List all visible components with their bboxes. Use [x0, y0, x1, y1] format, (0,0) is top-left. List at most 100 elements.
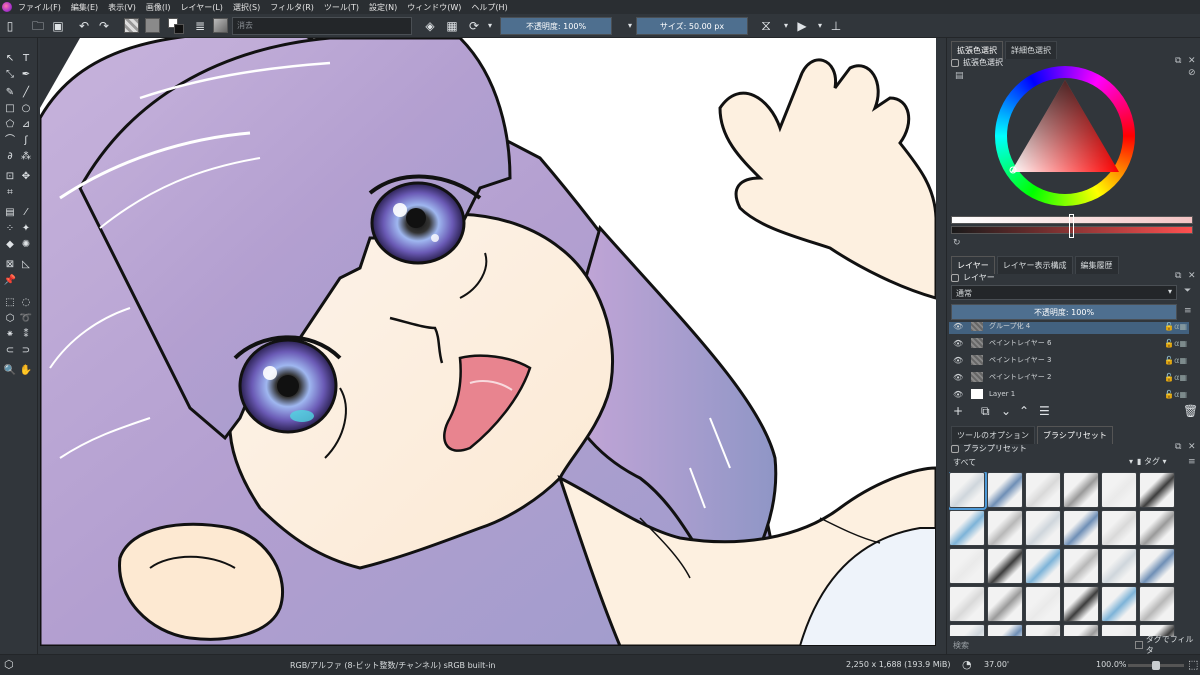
calligraphy-tool-icon[interactable]: ✒	[19, 68, 33, 82]
brush-preset-tile[interactable]	[987, 472, 1023, 508]
text-tool-icon[interactable]: T	[19, 52, 33, 66]
color-triangle[interactable]	[995, 66, 1135, 206]
brush-preset-tile[interactable]	[1025, 510, 1061, 546]
brush-preset-tile[interactable]	[1063, 624, 1099, 636]
brush-preset-button[interactable]	[213, 18, 228, 33]
brush-preset-tile[interactable]	[987, 624, 1023, 636]
save-icon[interactable]: ▣	[50, 18, 66, 34]
dynamic-brush-tool-icon[interactable]: ∂	[3, 150, 17, 164]
menu-image[interactable]: 画像(I)	[146, 2, 171, 13]
rect-select-tool-icon[interactable]: ⬚	[3, 296, 17, 310]
redo-icon[interactable]: ↷	[96, 18, 112, 34]
brush-preset-tile[interactable]	[1025, 624, 1061, 636]
menu-settings[interactable]: 設定(N)	[369, 2, 397, 13]
lock-icon[interactable]	[951, 58, 959, 67]
brush-outline-icon[interactable]: ⬡	[4, 658, 14, 671]
menu-tools[interactable]: ツール(T)	[324, 2, 359, 13]
filter-icon[interactable]: ⏷	[1184, 286, 1191, 296]
eraser-mode-icon[interactable]: ◈	[422, 18, 438, 34]
menu-window[interactable]: ウィンドウ(W)	[407, 2, 461, 13]
layer-lock-icon[interactable]: 🔓α▦	[1164, 390, 1187, 399]
brush-preset-tile[interactable]	[1063, 548, 1099, 584]
lock-icon[interactable]	[951, 273, 959, 282]
brush-search-input[interactable]: 検索	[951, 638, 1131, 652]
opacity-slider[interactable]: 不透明度: 100%	[500, 17, 612, 35]
tab-layer-comps[interactable]: レイヤー表示構成	[996, 256, 1073, 274]
brush-preset-tile[interactable]	[1101, 624, 1137, 636]
zoom-slider[interactable]	[1128, 661, 1184, 670]
brush-preset-tile[interactable]	[987, 548, 1023, 584]
color-wheel[interactable]	[995, 66, 1135, 206]
mirror-horizontal-icon[interactable]: ⧖	[758, 18, 774, 34]
crop-tool-icon[interactable]: ⌗	[3, 186, 17, 200]
brush-preset-tile[interactable]	[1063, 586, 1099, 622]
bezier-tool-icon[interactable]: ⌒	[3, 134, 17, 148]
colorize-mask-tool-icon[interactable]: ⁘	[3, 222, 17, 236]
tab-undo-history[interactable]: 編集履歴	[1074, 256, 1119, 274]
reset-color-icon[interactable]: ↻	[953, 238, 961, 248]
layer-row[interactable]: 👁 ペイントレイヤー 3 🔓α▦	[949, 352, 1189, 368]
visibility-eye-icon[interactable]: 👁	[953, 390, 963, 399]
size-slider[interactable]: サイズ: 50.00 px	[636, 17, 748, 35]
fill-tool-icon[interactable]: ◆	[3, 238, 17, 252]
line-tool-icon[interactable]: ╱	[19, 86, 33, 100]
select-shapes-tool-icon[interactable]: ↖	[3, 52, 17, 66]
canvas-only-icon[interactable]: ⬚	[1188, 658, 1198, 671]
float-docker-icon[interactable]: ⧉	[1175, 56, 1181, 66]
brush-preset-tile[interactable]	[987, 510, 1023, 546]
menu-view[interactable]: 表示(V)	[108, 2, 136, 13]
brush-preset-tile[interactable]	[1025, 586, 1061, 622]
layer-opacity-slider[interactable]: 不透明度: 100%	[951, 304, 1177, 320]
magnetic-select-tool-icon[interactable]: ⊃	[19, 344, 33, 358]
layer-row[interactable]: 👁 ペイントレイヤー 2 🔓α▦	[949, 369, 1189, 385]
duplicate-layer-icon[interactable]: ⧉	[981, 404, 990, 419]
polyline-tool-icon[interactable]: ⊿	[19, 118, 33, 132]
rectangle-tool-icon[interactable]: □	[3, 102, 17, 116]
layer-lock-icon[interactable]: 🔓α▦	[1164, 339, 1187, 348]
visibility-eye-icon[interactable]: 👁	[953, 339, 963, 348]
pan-tool-icon[interactable]: ✋	[19, 364, 33, 378]
layer-docker-menu-icon[interactable]: ≡	[1184, 306, 1192, 316]
mirror-vertical-icon[interactable]: ▶	[794, 18, 810, 34]
zoom-tool-icon[interactable]: 🔍	[3, 364, 17, 378]
open-document-icon[interactable]: 🗀	[30, 18, 46, 34]
brush-preset-tile[interactable]	[1063, 472, 1099, 508]
measure-tool-icon[interactable]: ◺	[19, 258, 33, 272]
zoom-slider-handle[interactable]	[1152, 661, 1160, 670]
chevron-down-icon[interactable]: ▾	[778, 18, 794, 34]
color-selector-settings-icon[interactable]: ▤	[955, 71, 964, 81]
float-docker-icon[interactable]: ⧉	[1175, 442, 1181, 452]
brush-preset-tile[interactable]	[1025, 472, 1061, 508]
color-history-sliders[interactable]	[951, 214, 1193, 238]
polygon-tool-icon[interactable]: ⬠	[3, 118, 17, 132]
layer-lock-icon[interactable]: 🔓α▦	[1164, 322, 1187, 331]
brush-preset-tile[interactable]	[1025, 548, 1061, 584]
blend-mode-select[interactable]: 消去	[232, 17, 412, 35]
fill-gradient-button[interactable]	[124, 18, 139, 33]
wrap-around-icon[interactable]: ⊥	[828, 18, 844, 34]
move-layer-up-icon[interactable]: ⌃	[1019, 404, 1029, 418]
lock-icon[interactable]	[951, 444, 959, 453]
layer-lock-icon[interactable]: 🔓α▦	[1164, 356, 1187, 365]
brush-preset-tile[interactable]	[987, 586, 1023, 622]
brush-filter-select[interactable]: すべて ▾	[951, 456, 1135, 470]
brush-preset-tile[interactable]	[1063, 510, 1099, 546]
move-tool-icon[interactable]: ✥	[19, 170, 33, 184]
color-picker-tool-icon[interactable]: ⁄	[19, 206, 33, 220]
brush-preset-tile[interactable]	[1101, 586, 1137, 622]
multibrush-tool-icon[interactable]: ⁂	[19, 150, 33, 164]
filter-by-tag-checkbox[interactable]: タグでフィルタ	[1135, 635, 1199, 655]
reload-preset-icon[interactable]: ⟳	[466, 18, 482, 34]
freehand-brush-tool-icon[interactable]: ✎	[3, 86, 17, 100]
tab-brush-presets[interactable]: ブラシプリセット	[1037, 426, 1113, 444]
canvas[interactable]	[40, 38, 936, 646]
menu-help[interactable]: ヘルプ(H)	[471, 2, 507, 13]
menu-file[interactable]: ファイル(F)	[18, 2, 61, 13]
layer-row[interactable]: 👁 ペイントレイヤー 6 🔓α▦	[949, 335, 1189, 351]
brush-preset-tile[interactable]	[1101, 472, 1137, 508]
tab-specific-color-selector[interactable]: 詳細色選択	[1005, 41, 1057, 59]
edit-shapes-tool-icon[interactable]: ⤡	[3, 68, 17, 82]
assistant-tool-icon[interactable]: ⊠	[3, 258, 17, 272]
enclose-fill-tool-icon[interactable]: ✺	[19, 238, 33, 252]
menu-select[interactable]: 選択(S)	[233, 2, 260, 13]
